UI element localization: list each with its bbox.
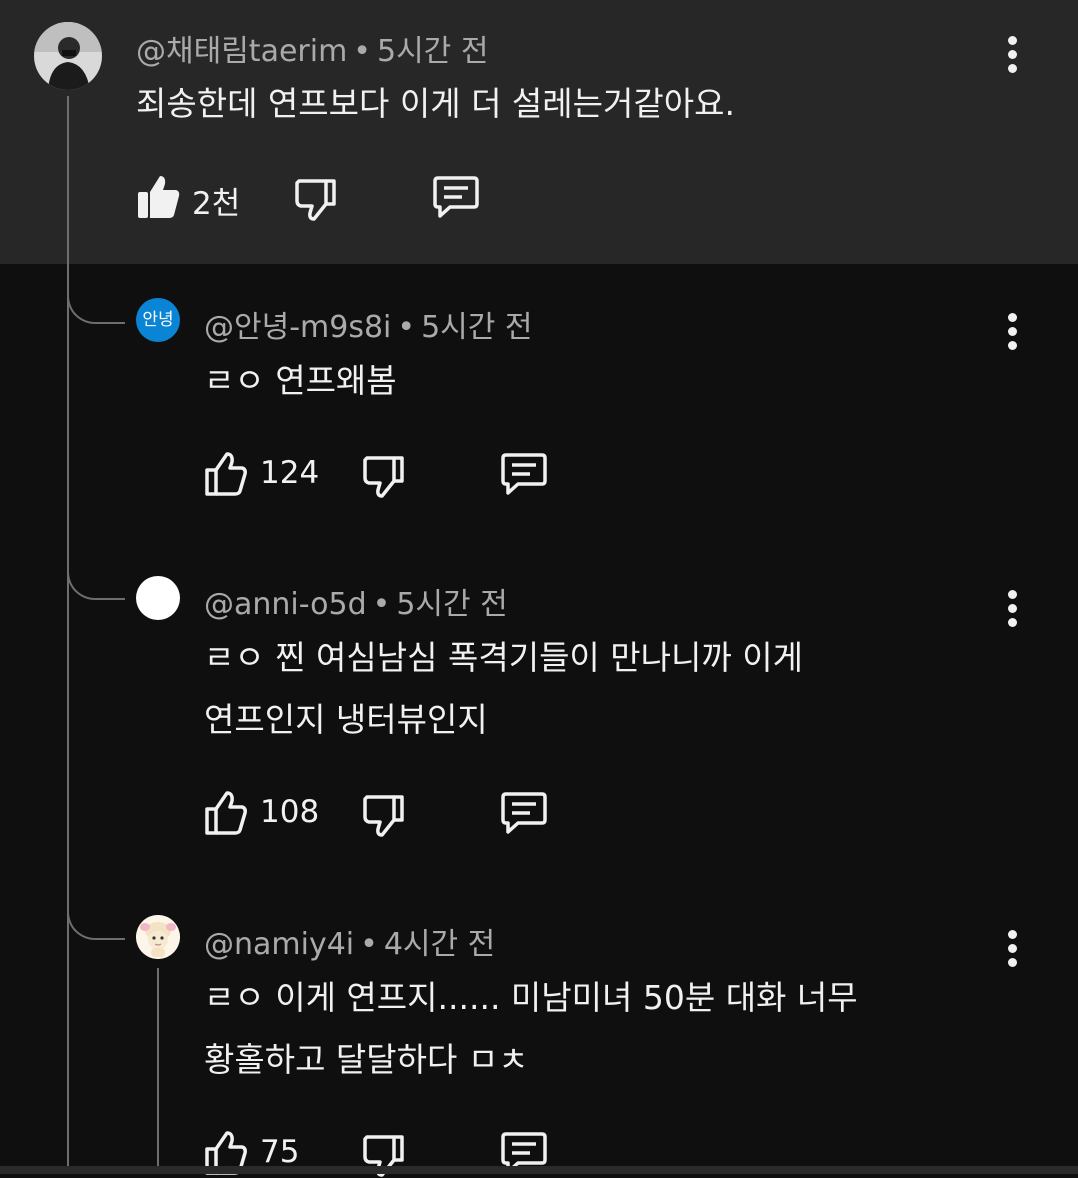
- thumb-down-icon[interactable]: [294, 176, 338, 222]
- more-vert-icon: [1008, 36, 1017, 45]
- thread-branch: [67, 562, 125, 600]
- like-count: 124: [260, 455, 320, 491]
- photo-avatar-icon: [34, 22, 102, 90]
- author-name[interactable]: @anni-o5d: [204, 587, 367, 622]
- more-vert-icon: [1008, 50, 1017, 59]
- comment-line: 죄송한데 연프보다 이게 더 설레는거같아요.: [136, 84, 735, 123]
- thumb-down-icon[interactable]: [362, 792, 406, 838]
- more-vert-icon: [1008, 64, 1017, 73]
- comment-meta: @채태림taerim • 5시간 전: [136, 26, 488, 70]
- comment-actions: 2천: [136, 172, 496, 222]
- reply-icon[interactable]: [500, 790, 548, 836]
- avatar-initials: 안녕: [142, 310, 174, 330]
- more-vert-icon: [1008, 327, 1017, 336]
- thumb-down-icon[interactable]: [362, 453, 406, 499]
- like-count: 75: [260, 1134, 300, 1170]
- avatar[interactable]: [34, 22, 102, 90]
- comment-actions: 108: [204, 788, 564, 838]
- more-options-button[interactable]: [1006, 313, 1017, 353]
- comment-line: 연프인지 냉터뷰인지: [204, 700, 488, 739]
- comment-line: 황홀하고 달달하다 ㅁㅊ: [204, 1040, 529, 1079]
- separator-dot: •: [372, 587, 391, 622]
- timestamp[interactable]: 4시간 전: [384, 927, 495, 962]
- comment-text: ㄹㅇ 찐 여심남심 폭격기들이 만나니까 이게 연프인지 냉터뷰인지: [204, 627, 803, 751]
- more-vert-icon: [1008, 341, 1017, 350]
- reply-icon[interactable]: [432, 174, 480, 220]
- more-vert-icon: [1008, 313, 1017, 322]
- more-vert-icon: [1008, 590, 1017, 599]
- thumb-up-icon[interactable]: [136, 174, 180, 220]
- separator-dot: •: [353, 34, 371, 69]
- thread-branch: [67, 286, 125, 324]
- thumb-up-icon[interactable]: [204, 790, 248, 836]
- more-options-button[interactable]: [1006, 930, 1017, 970]
- comment-meta: @안녕-m9s8i • 5시간 전: [204, 302, 533, 346]
- avatar[interactable]: [136, 915, 180, 959]
- more-vert-icon: [1008, 930, 1017, 939]
- thread-branch: [67, 902, 125, 940]
- more-vert-icon: [1008, 618, 1017, 627]
- more-vert-icon: [1008, 958, 1017, 967]
- comment-actions: 124: [204, 449, 564, 499]
- more-options-button[interactable]: [1006, 590, 1017, 630]
- timestamp[interactable]: 5시간 전: [421, 310, 532, 345]
- reply-icon[interactable]: [500, 451, 548, 497]
- comment-meta: @namiy4i • 4시간 전: [204, 919, 495, 963]
- like-count: 2천: [192, 186, 241, 222]
- sheep-avatar-icon: [136, 915, 180, 959]
- separator-dot: •: [360, 927, 378, 962]
- comment-text: ㄹㅇ 연프왜봄: [204, 350, 397, 412]
- thread-line: [67, 96, 69, 1174]
- comment-line: ㄹㅇ 연프왜봄: [204, 361, 397, 400]
- timestamp[interactable]: 5시간 전: [377, 34, 488, 69]
- avatar[interactable]: 안녕: [136, 298, 180, 342]
- timestamp[interactable]: 5시간 전: [396, 587, 507, 622]
- sub-thread-line: [157, 968, 159, 1174]
- more-options-button[interactable]: [1006, 36, 1017, 76]
- author-name[interactable]: @namiy4i: [204, 927, 354, 962]
- comment-meta: @anni-o5d • 5시간 전: [204, 579, 508, 623]
- more-vert-icon: [1008, 944, 1017, 953]
- author-name[interactable]: @안녕-m9s8i: [204, 310, 391, 345]
- comment-line: ㄹㅇ 찐 여심남심 폭격기들이 만나니까 이게: [204, 638, 803, 677]
- thumb-up-icon[interactable]: [204, 451, 248, 497]
- comment-text: 죄송한데 연프보다 이게 더 설레는거같아요.: [136, 73, 735, 135]
- separator-dot: •: [397, 310, 416, 345]
- avatar[interactable]: [136, 576, 180, 620]
- more-vert-icon: [1008, 604, 1017, 613]
- comment-line: ㄹㅇ 이게 연프지...... 미남미녀 50분 대화 너무: [204, 978, 858, 1017]
- comment-text: ㄹㅇ 이게 연프지...... 미남미녀 50분 대화 너무 황홀하고 달달하다…: [204, 967, 858, 1091]
- author-name[interactable]: @채태림taerim: [136, 34, 347, 69]
- like-count: 108: [260, 794, 320, 830]
- bottom-edge: [0, 1166, 1078, 1174]
